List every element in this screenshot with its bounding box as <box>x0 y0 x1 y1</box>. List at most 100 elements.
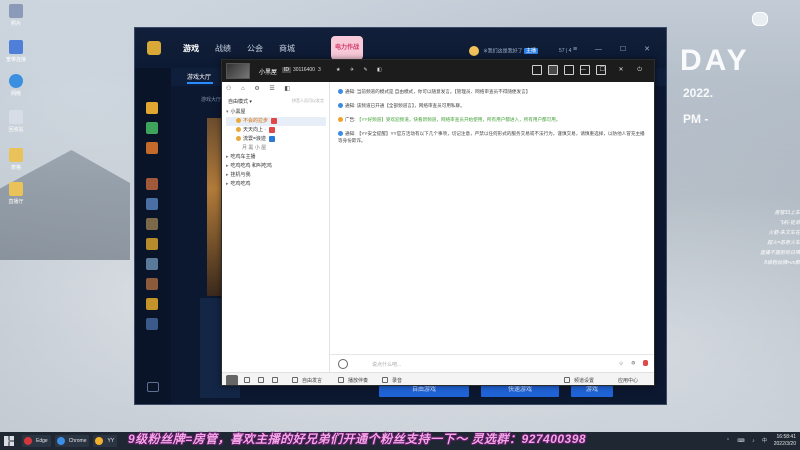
sidebar-game-icon[interactable] <box>146 178 158 190</box>
tree-member[interactable]: 天天向上 · <box>226 126 326 135</box>
tree-toolbar[interactable]: ⚇ ⌂ ⚙ ☰ ◧ <box>226 85 294 92</box>
taskbar-app[interactable]: Edge <box>22 435 51 447</box>
nav-tab-store[interactable]: 商城 <box>279 43 295 54</box>
message-label: 广告: <box>345 117 356 122</box>
message-text[interactable]: 【YY好频道】受欢迎频道，快看新频道，网络审查员开始使用，所有用户都进入，所有用… <box>357 117 561 122</box>
app-icon[interactable] <box>564 65 574 75</box>
yy-bottom-bar: 自由发言 播放伴奏 录音 频道设置 应用中心 <box>222 372 654 385</box>
taskbar-clock[interactable]: 16:58:41 2022/3/20 <box>774 434 796 448</box>
chat-input[interactable]: 说点什么吧... <box>372 361 401 368</box>
cat-widget-icon[interactable] <box>752 12 768 26</box>
yy-window-controls[interactable]: — ☐ ✕ ⏻ <box>580 66 648 74</box>
desktop-icon[interactable]: 表格 <box>4 148 28 171</box>
tree-channel[interactable]: ▾ 小黑屋 <box>226 108 326 117</box>
sidebar-game-icon[interactable] <box>146 102 158 114</box>
start-button-icon[interactable] <box>4 436 14 446</box>
sidebar-game-icon[interactable] <box>146 298 158 310</box>
sidebar-game-icon[interactable] <box>146 142 158 154</box>
sidebar-game-icon[interactable] <box>146 238 158 250</box>
chat-message: 通知: 当前频道的模式是 自由模式，你可以随意发言。【管理员、网络审查员不得随便… <box>338 88 648 95</box>
channel-avatar[interactable] <box>226 63 250 79</box>
side-note-line: 直播不露脸哈日晴 <box>759 250 800 256</box>
video-icon[interactable] <box>532 65 542 75</box>
taskbar-app[interactable]: Chrome <box>54 435 90 447</box>
medal-icon <box>236 136 241 142</box>
home-icon[interactable] <box>548 65 558 75</box>
sidebar-game-icon[interactable] <box>146 198 158 210</box>
channel-tree-panel: ⚇ ⌂ ⚙ ☰ ◧ 自由模式 ▾ 拼音人员可以发言 ▾ 小黑屋 不会的拉步 天天向… <box>222 82 330 372</box>
desktop-icon-label: 网络 <box>10 91 21 97</box>
channel-settings-button[interactable]: 频道设置 <box>574 377 594 384</box>
channel-label: 小黑屋 <box>230 109 246 115</box>
client-logo-icon <box>147 41 161 55</box>
expand-icon[interactable]: ▸ <box>226 181 229 187</box>
taskbar-app[interactable]: YY <box>93 435 118 447</box>
desktop-icon[interactable]: 回收站 <box>4 110 28 133</box>
channel-label: 吃鸡车主播 <box>230 154 256 160</box>
side-note-line: 房管33上车 <box>774 210 800 216</box>
expand-icon[interactable]: ▾ <box>226 109 229 115</box>
desktop-icon[interactable]: 宽带连接 <box>4 40 28 63</box>
info-icon <box>338 103 343 109</box>
client-user[interactable]: ※我们这是我好了 主播 <box>469 46 538 56</box>
yy-title-bar: 小黑屋 ID 30116400 3 ★ ✈ ✎ ◧ — ☐ ✕ ⏻ <box>222 60 654 82</box>
sidebar-game-icon[interactable] <box>146 258 158 270</box>
member-label: 流雲=浪迹 <box>243 136 266 142</box>
tree-channel[interactable]: ▸ 吃鸡吃鸡 和叫吃鸡 <box>226 162 326 171</box>
expand-icon[interactable]: ▸ <box>226 172 229 178</box>
room-id-label: ID <box>282 67 291 73</box>
tree-channel[interactable]: ▸ 吃鸡吃鸡 <box>226 180 326 189</box>
emoji-icon[interactable] <box>338 359 348 369</box>
expand-icon[interactable]: ▸ <box>226 154 229 160</box>
sidebar-game-icon[interactable] <box>146 218 158 230</box>
sidebar-game-icon[interactable] <box>146 318 158 330</box>
desktop-icon[interactable]: 网络 <box>4 74 28 97</box>
input-tool-icons[interactable]: ☺ ⚙ <box>619 360 639 366</box>
record-icon[interactable] <box>382 377 388 383</box>
headset-icon[interactable] <box>272 377 278 383</box>
title-toolbar-icons[interactable]: ★ ✈ ✎ ◧ <box>336 67 386 73</box>
event-badge[interactable]: 电力作战 <box>331 36 363 60</box>
nav-tab-record[interactable]: 战绩 <box>215 43 231 54</box>
expand-icon[interactable]: ▸ <box>226 163 229 169</box>
network-icon <box>9 40 23 54</box>
app-center-button[interactable]: 应用中心 <box>618 377 638 384</box>
music-icon[interactable] <box>338 377 344 383</box>
chat-message: 广告: 【YY好频道】受欢迎频道，快看新频道，网络审查员开始使用，所有用户都进入… <box>338 116 648 123</box>
sidebar-game-icon[interactable] <box>146 122 158 134</box>
mic-toggle-icon[interactable] <box>258 377 264 383</box>
mode-hint: 拼音人员可以发言 <box>292 98 324 103</box>
tree-subchannel[interactable]: 月 黑 小 屋 <box>226 144 326 153</box>
channel-settings-icon[interactable] <box>564 377 570 383</box>
speaker-icon[interactable] <box>244 377 250 383</box>
client-window-controls[interactable]: ≡ — ☐ ✕ <box>573 45 658 53</box>
record-button[interactable]: 录音 <box>392 377 402 384</box>
app-icon <box>56 437 65 445</box>
room-id-value: 30116400 <box>293 67 315 73</box>
mode-dropdown[interactable]: 自由模式 ▾ <box>228 98 252 105</box>
channel-tree: ▾ 小黑屋 不会的拉步 天天向上 · 流雲=浪迹 月 黑 小 屋 ▸ 吃鸡车主播 ▸… <box>226 108 326 189</box>
nav-tab-games[interactable]: 游戏 <box>183 43 199 54</box>
free-voice-button[interactable]: 自由发言 <box>302 377 322 384</box>
desktop-icon[interactable]: 照片 <box>4 4 28 27</box>
stream-button[interactable]: 播放伴奏 <box>348 377 368 384</box>
tree-channel[interactable]: ▸ 吃鸡车主播 <box>226 153 326 162</box>
subtab-lobby[interactable]: 游戏大厅 <box>187 72 211 81</box>
sidebar-game-icon[interactable] <box>146 278 158 290</box>
photos-icon <box>9 4 23 18</box>
nav-tab-guild[interactable]: 公会 <box>247 43 263 54</box>
desktop-icon[interactable]: 直播厅 <box>4 182 28 205</box>
mic-icon[interactable] <box>643 360 648 366</box>
chat-icon[interactable] <box>147 382 159 392</box>
system-tray[interactable]: ⌃ ⌨ ♪ 中 <box>726 437 770 444</box>
free-voice-icon[interactable] <box>292 377 298 383</box>
folder-icon <box>9 182 23 196</box>
folder-icon <box>9 148 23 162</box>
tree-channel[interactable]: ▸ 挂机与我 <box>226 171 326 180</box>
my-avatar[interactable] <box>226 375 238 385</box>
tree-member[interactable]: 不会的拉步 <box>226 117 326 126</box>
rank-icon <box>268 135 275 142</box>
info-icon <box>338 89 343 95</box>
message-text: 【YY安全提醒】YY官方活动有以下几个事项，切记注意，严禁以任何形式的服务交易或… <box>338 131 645 143</box>
tree-member[interactable]: 流雲=浪迹 <box>226 135 326 144</box>
